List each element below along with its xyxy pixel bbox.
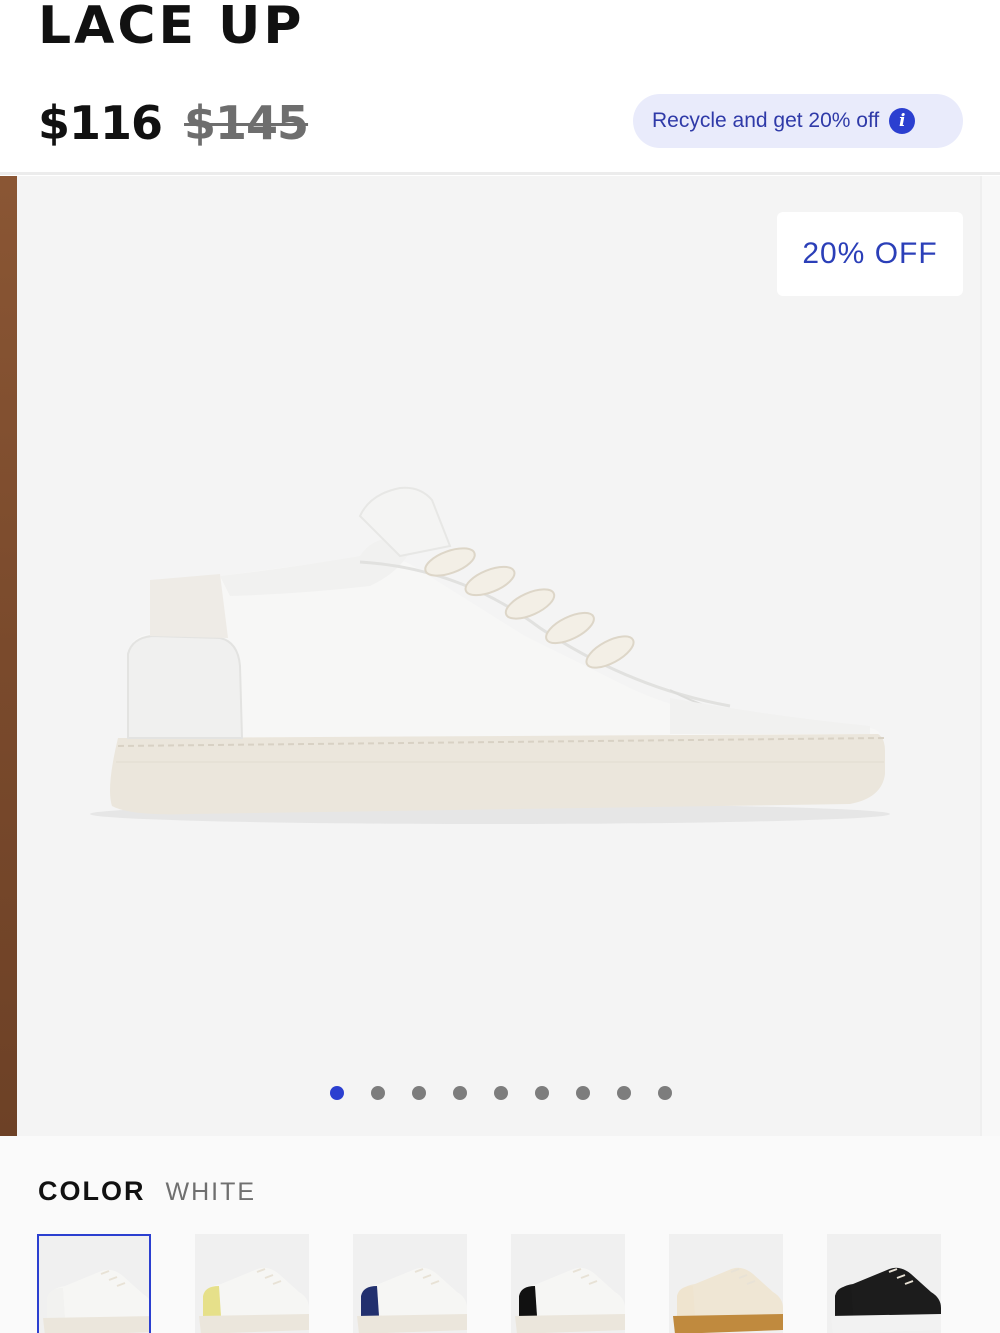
color-swatch-black[interactable] — [827, 1234, 941, 1333]
color-swatch-white-navy[interactable] — [353, 1234, 467, 1333]
selected-color-name: WHITE — [165, 1178, 257, 1206]
color-label: COLOR — [38, 1176, 146, 1206]
color-swatch-list — [37, 1234, 941, 1333]
price-row: $116 $145 — [38, 96, 309, 150]
carousel-dot[interactable] — [453, 1086, 467, 1100]
color-label-row: COLOR WHITE — [38, 1176, 256, 1207]
carousel-dot[interactable] — [576, 1086, 590, 1100]
swatch-shoe-thumbnail — [673, 1267, 783, 1333]
carousel-dot[interactable] — [535, 1086, 549, 1100]
header-divider — [0, 172, 1000, 175]
product-image-carousel[interactable]: 20% OFF — [0, 176, 1000, 1136]
price-original: $145 — [184, 96, 309, 150]
discount-badge: 20% OFF — [777, 212, 963, 296]
color-swatch-cream-gum[interactable] — [669, 1234, 783, 1333]
next-image-peek[interactable] — [980, 176, 1000, 1136]
swatch-shoe-thumbnail — [199, 1267, 309, 1333]
carousel-dot[interactable] — [412, 1086, 426, 1100]
swatch-shoe-thumbnail — [43, 1269, 149, 1333]
previous-image-peek[interactable] — [0, 176, 17, 1136]
swatch-shoe-thumbnail — [357, 1267, 467, 1333]
info-icon[interactable]: i — [889, 108, 916, 134]
product-page: LACE UP $116 $145 Recycle and get 20% of… — [0, 0, 1000, 1333]
price-current: $116 — [38, 96, 163, 150]
recycle-promo-label: Recycle and get 20% off — [652, 109, 880, 132]
carousel-dot[interactable] — [494, 1086, 508, 1100]
carousel-dot[interactable] — [330, 1086, 344, 1100]
product-title: LACE UP — [38, 0, 305, 56]
color-selector: COLOR WHITE — [0, 1136, 1000, 1333]
color-swatch-white[interactable] — [37, 1234, 151, 1333]
carousel-dot[interactable] — [371, 1086, 385, 1100]
carousel-dot[interactable] — [658, 1086, 672, 1100]
swatch-shoe-thumbnail — [831, 1267, 941, 1333]
color-swatch-white-black[interactable] — [511, 1234, 625, 1333]
carousel-dot[interactable] — [617, 1086, 631, 1100]
product-image — [90, 486, 890, 824]
swatch-shoe-thumbnail — [515, 1267, 625, 1333]
carousel-dots — [330, 1086, 672, 1100]
recycle-promo-button[interactable]: Recycle and get 20% off i — [633, 94, 963, 148]
color-swatch-white-yellow[interactable] — [195, 1234, 309, 1333]
